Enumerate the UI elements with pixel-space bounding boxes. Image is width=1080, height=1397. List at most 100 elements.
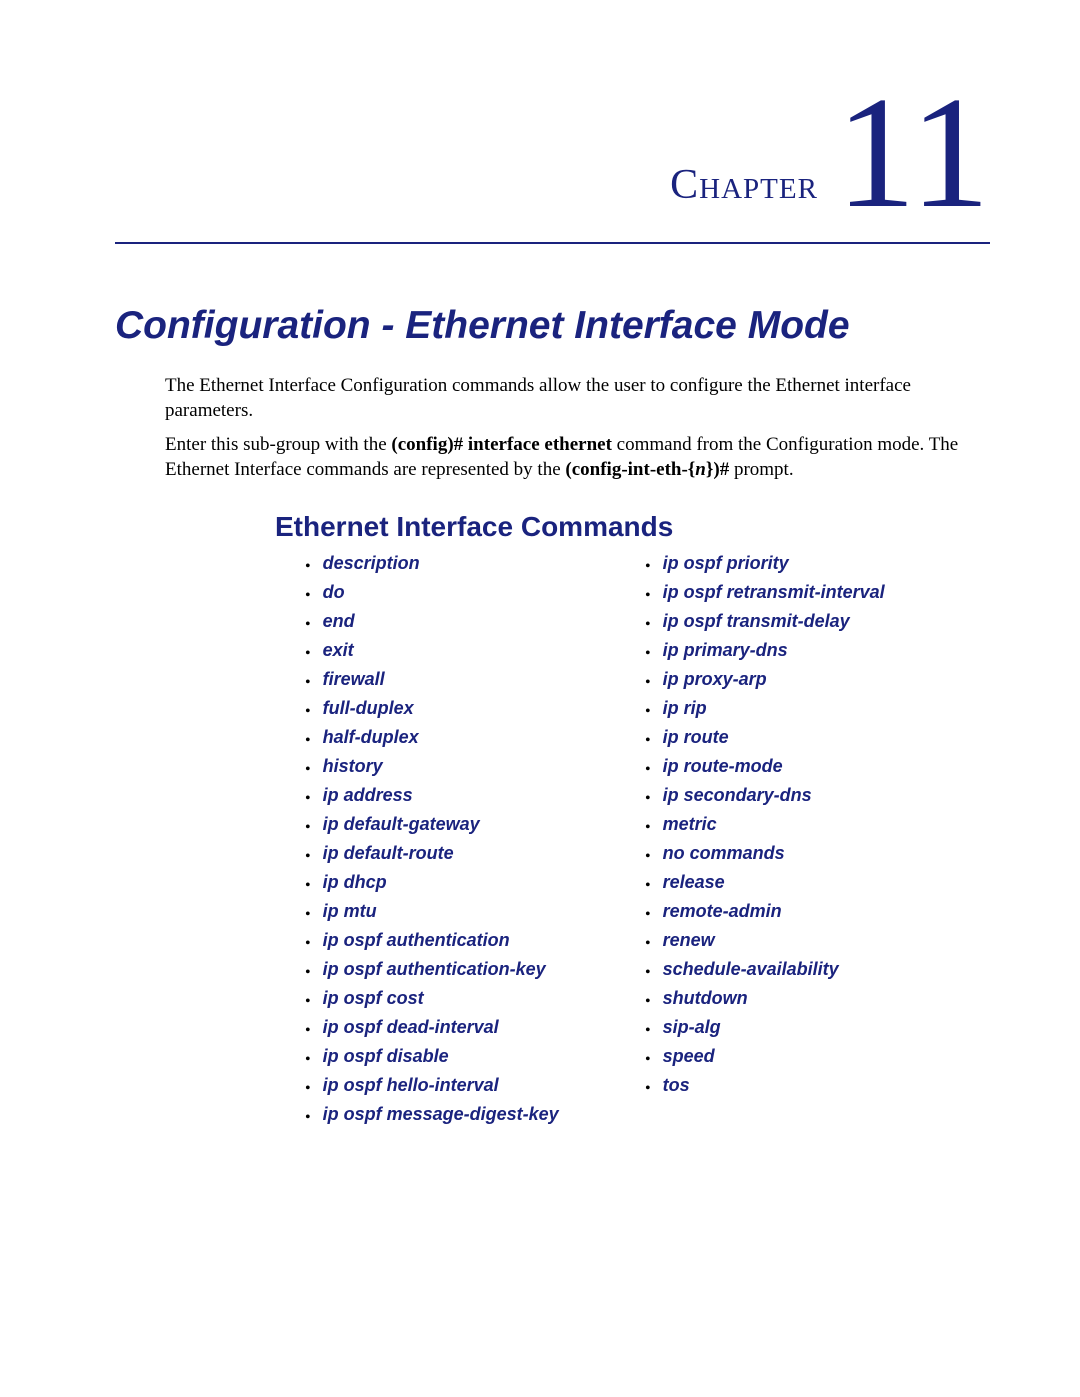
bullet-icon: • — [645, 675, 651, 691]
command-link[interactable]: exit — [323, 640, 354, 661]
list-item: • ip ospf transmit-delay — [645, 611, 955, 632]
bullet-icon: • — [645, 965, 651, 981]
command-link[interactable]: description — [323, 553, 420, 574]
list-item: • ip default-gateway — [305, 814, 615, 835]
list-item: • remote-admin — [645, 901, 955, 922]
list-item: • ip default-route — [305, 843, 615, 864]
list-item: • sip-alg — [645, 1017, 955, 1038]
command-columns: •description•do•end•exit•firewall•full-d… — [305, 553, 990, 1133]
command-link[interactable]: ip mtu — [323, 901, 377, 922]
command-link[interactable]: ip ospf cost — [323, 988, 424, 1009]
command-link[interactable]: ip ospf authentication-key — [323, 959, 546, 980]
list-item: • full-duplex — [305, 698, 615, 719]
bullet-icon: • — [305, 1081, 311, 1097]
command-link[interactable]: end — [323, 611, 355, 632]
bullet-icon: • — [305, 965, 311, 981]
list-item: •exit — [305, 640, 615, 661]
bullet-icon: • — [645, 878, 651, 894]
bullet-icon: • — [305, 907, 311, 923]
command-link[interactable]: ip ospf message-digest-key — [323, 1104, 559, 1125]
command-link[interactable]: metric — [663, 814, 717, 835]
list-item: • ip rip — [645, 698, 955, 719]
bullet-icon: • — [305, 1110, 311, 1126]
command-link[interactable]: no commands — [663, 843, 785, 864]
bullet-icon: • — [645, 559, 651, 575]
bullet-icon: • — [305, 849, 311, 865]
command-link[interactable]: ip ospf dead-interval — [323, 1017, 499, 1038]
command-link[interactable]: ip ospf priority — [663, 553, 789, 574]
bullet-icon: • — [645, 907, 651, 923]
command-link[interactable]: ip route-mode — [663, 756, 783, 777]
intro-command-2b: })# — [706, 459, 729, 480]
bullet-icon: • — [645, 791, 651, 807]
bullet-icon: • — [305, 994, 311, 1010]
bullet-icon: • — [645, 936, 651, 952]
command-link[interactable]: ip secondary-dns — [663, 785, 812, 806]
list-item: •ip route — [645, 727, 955, 748]
command-link[interactable]: ip default-route — [323, 843, 454, 864]
command-column-right: •ip ospf priority•ip ospf retransmit-int… — [645, 553, 955, 1133]
command-link[interactable]: remote-admin — [663, 901, 782, 922]
chapter-header: Chapter 11 — [115, 80, 990, 224]
command-link[interactable]: ip ospf authentication — [323, 930, 510, 951]
command-link[interactable]: half-duplex — [323, 727, 419, 748]
bullet-icon: • — [645, 704, 651, 720]
command-link[interactable]: release — [663, 872, 725, 893]
command-link[interactable]: speed — [663, 1046, 715, 1067]
command-link[interactable]: ip rip — [663, 698, 707, 719]
list-item: •ip ospf retransmit-interval — [645, 582, 955, 603]
command-link[interactable]: shutdown — [663, 988, 748, 1009]
bullet-icon: • — [645, 994, 651, 1010]
list-item: • ip primary-dns — [645, 640, 955, 661]
list-item: • release — [645, 872, 955, 893]
list-item: • ip ospf dead-interval — [305, 1017, 615, 1038]
bullet-icon: • — [305, 617, 311, 633]
command-link[interactable]: ip route — [663, 727, 729, 748]
bullet-icon: • — [305, 733, 311, 749]
bullet-icon: • — [305, 762, 311, 778]
command-link[interactable]: full-duplex — [323, 698, 414, 719]
bullet-icon: • — [645, 646, 651, 662]
list-item: • schedule-availability — [645, 959, 955, 980]
command-link[interactable]: do — [323, 582, 345, 603]
bullet-icon: • — [645, 617, 651, 633]
bullet-icon: • — [305, 820, 311, 836]
list-item: •speed — [645, 1046, 955, 1067]
command-link[interactable]: ip proxy-arp — [663, 669, 767, 690]
list-item: •firewall — [305, 669, 615, 690]
list-item: • end — [305, 611, 615, 632]
list-item: • ip route-mode — [645, 756, 955, 777]
list-item: • ip ospf authentication-key — [305, 959, 615, 980]
command-link[interactable]: ip address — [323, 785, 413, 806]
bullet-icon: • — [305, 704, 311, 720]
list-item: •ip ospf authentication — [305, 930, 615, 951]
bullet-icon: • — [645, 849, 651, 865]
list-item: •ip dhcp — [305, 872, 615, 893]
bullet-icon: • — [305, 559, 311, 575]
command-link[interactable]: ip primary-dns — [663, 640, 788, 661]
list-item: •ip ospf disable — [305, 1046, 615, 1067]
bullet-icon: • — [645, 1023, 651, 1039]
command-link[interactable]: ip ospf transmit-delay — [663, 611, 850, 632]
command-link[interactable]: history — [323, 756, 383, 777]
command-link[interactable]: schedule-availability — [663, 959, 839, 980]
command-link[interactable]: renew — [663, 930, 715, 951]
command-link[interactable]: ip default-gateway — [323, 814, 480, 835]
bullet-icon: • — [305, 791, 311, 807]
list-item: • ip ospf message-digest-key — [305, 1104, 615, 1125]
bullet-icon: • — [305, 1023, 311, 1039]
list-item: • ip ospf hello-interval — [305, 1075, 615, 1096]
command-link[interactable]: ip ospf hello-interval — [323, 1075, 499, 1096]
command-link[interactable]: sip-alg — [663, 1017, 721, 1038]
list-item: • half-duplex — [305, 727, 615, 748]
command-link[interactable]: ip dhcp — [323, 872, 387, 893]
chapter-label: Chapter — [670, 164, 818, 206]
command-link[interactable]: tos — [663, 1075, 690, 1096]
list-item: • ip mtu — [305, 901, 615, 922]
command-link[interactable]: firewall — [323, 669, 385, 690]
bullet-icon: • — [645, 820, 651, 836]
intro-command-2a: (config-int-eth-{ — [565, 459, 695, 480]
bullet-icon: • — [645, 762, 651, 778]
command-link[interactable]: ip ospf retransmit-interval — [663, 582, 885, 603]
command-link[interactable]: ip ospf disable — [323, 1046, 449, 1067]
